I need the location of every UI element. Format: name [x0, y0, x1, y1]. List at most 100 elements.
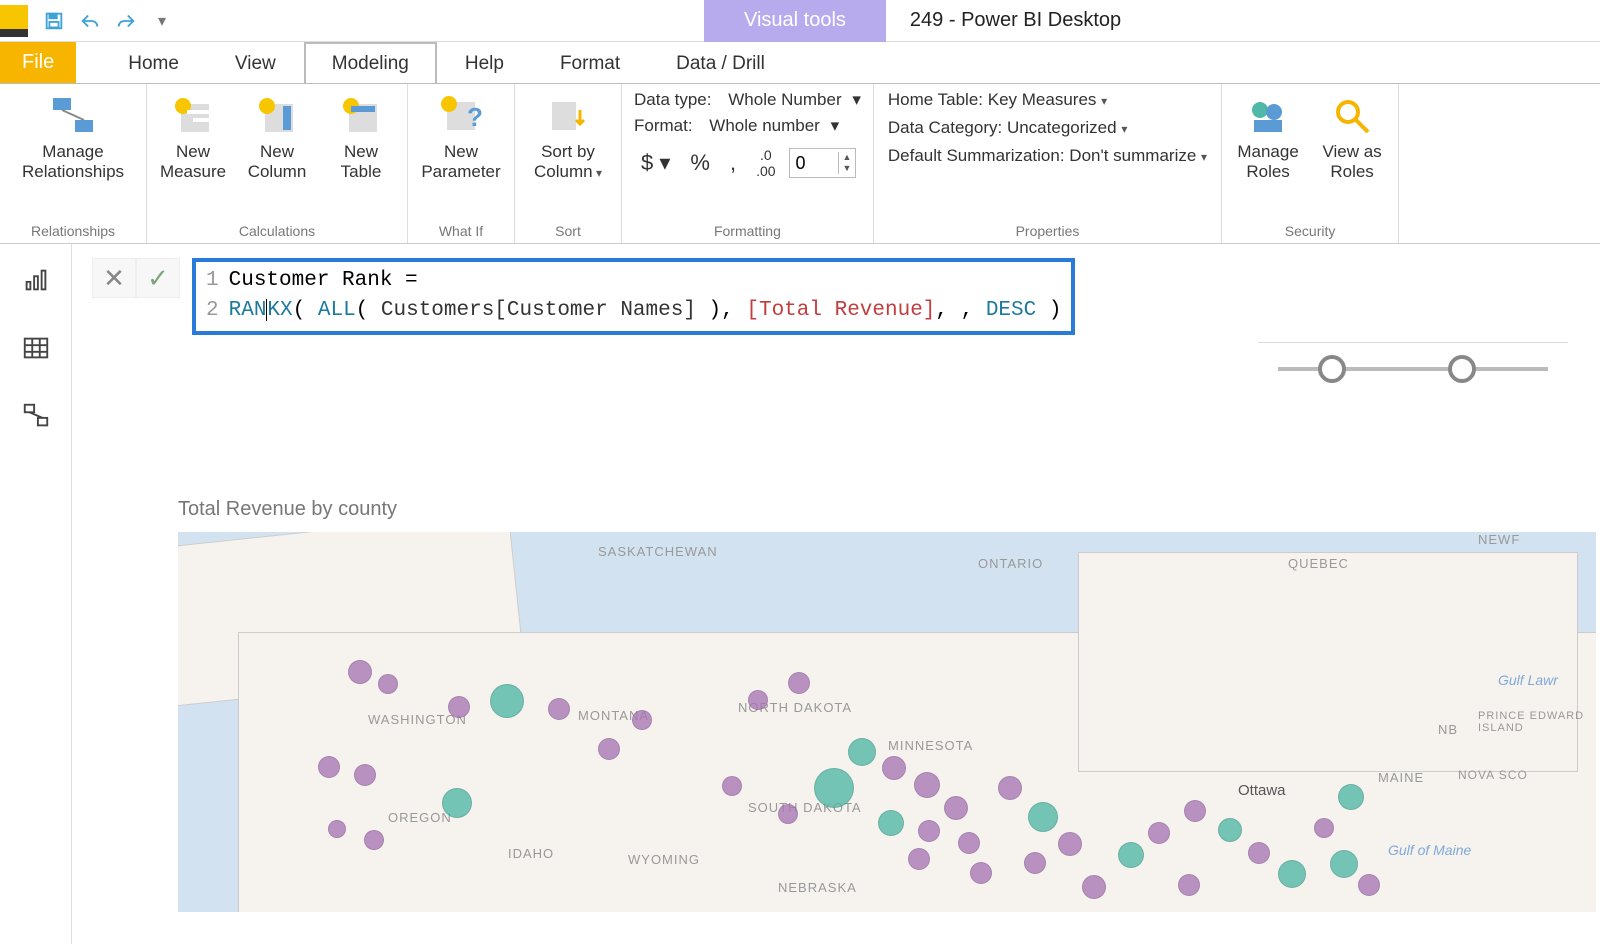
ribbon-tabs: File Home View Modeling Help Format Data…	[0, 42, 1600, 84]
map-bubble	[1278, 860, 1306, 888]
map-bubble	[1024, 852, 1046, 874]
manage-relationships-button[interactable]: Manage Relationships	[8, 88, 138, 185]
formula-editor[interactable]: 1Customer Rank = 2RANKX( ALL( Customers[…	[192, 258, 1075, 335]
data-view-icon[interactable]	[16, 328, 56, 368]
qat-customize-icon[interactable]: ▾	[148, 7, 176, 35]
model-view-icon[interactable]	[16, 396, 56, 436]
slicer-handle-max[interactable]	[1448, 355, 1476, 383]
spinner-up-icon[interactable]: ▲	[839, 152, 856, 163]
home-table-dropdown[interactable]: Home Table: Key Measures	[888, 90, 1207, 110]
map-bubble	[1314, 818, 1334, 838]
default-summarization-dropdown[interactable]: Default Summarization: Don't summarize	[888, 146, 1207, 166]
app-icon	[0, 5, 28, 37]
map-bubble	[908, 848, 930, 870]
group-label-formatting: Formatting	[714, 219, 781, 243]
group-label-relationships: Relationships	[31, 219, 115, 243]
map-bubble	[970, 862, 992, 884]
map-bubble	[348, 660, 372, 684]
currency-format-button[interactable]: $ ▾	[634, 145, 677, 181]
map-bubble	[632, 710, 652, 730]
sort-by-column-button[interactable]: Sort by Column	[523, 88, 613, 185]
map-bubble	[442, 788, 472, 818]
group-calculations: New Measure New Column New Table Calcula…	[147, 84, 408, 243]
tab-data-drill[interactable]: Data / Drill	[648, 42, 793, 83]
manage-roles-icon	[1244, 92, 1292, 140]
view-switcher-rail	[0, 244, 72, 944]
group-formatting: Data type: Whole Number ▾ Format: Whole …	[622, 84, 874, 243]
percent-format-button[interactable]: %	[683, 145, 717, 181]
contextual-tab-visual-tools: Visual tools	[704, 0, 886, 42]
quick-access-toolbar: ▾	[32, 7, 184, 35]
map-bubble	[1178, 874, 1200, 896]
map-bubble	[364, 830, 384, 850]
map-bubble	[778, 804, 798, 824]
range-slicer[interactable]	[1258, 342, 1568, 412]
view-as-roles-button[interactable]: View as Roles	[1314, 88, 1390, 185]
map-bubble	[328, 820, 346, 838]
map-bubble	[1330, 850, 1358, 878]
tab-format[interactable]: Format	[532, 42, 648, 83]
group-whatif: ? New Parameter What If	[408, 84, 515, 243]
spinner-down-icon[interactable]: ▼	[839, 163, 856, 174]
tab-modeling[interactable]: Modeling	[304, 42, 437, 83]
map-bubble	[354, 764, 376, 786]
group-sort: Sort by Column Sort	[515, 84, 622, 243]
map-bubble	[814, 768, 854, 808]
data-type-dropdown[interactable]: Data type: Whole Number ▾	[634, 90, 861, 110]
group-label-security: Security	[1285, 219, 1336, 243]
map-bubble	[1218, 818, 1242, 842]
map-label: Gulf of Maine	[1388, 842, 1471, 858]
map-bubble	[548, 698, 570, 720]
map-label: NEBRASKA	[778, 880, 857, 895]
map-label: MAINE	[1378, 770, 1424, 785]
map-bubble	[1184, 800, 1206, 822]
cancel-formula-icon[interactable]: ✕	[92, 258, 136, 298]
new-table-button[interactable]: New Table	[323, 88, 399, 185]
group-security: Manage Roles View as Roles Security	[1222, 84, 1399, 243]
data-category-dropdown[interactable]: Data Category: Uncategorized	[888, 118, 1207, 138]
map-label: NOVA SCO	[1458, 768, 1528, 782]
thousands-separator-button[interactable]: ,	[723, 145, 743, 181]
map-label: NEWF	[1478, 532, 1520, 547]
save-icon[interactable]	[40, 7, 68, 35]
group-label-properties: Properties	[1016, 219, 1080, 243]
visual-title: Total Revenue by county	[178, 498, 397, 521]
map-label: MINNESOTA	[888, 738, 973, 753]
relationships-icon	[49, 92, 97, 140]
map-bubble	[378, 674, 398, 694]
decimal-places-input[interactable]	[790, 153, 838, 174]
group-label-calculations: Calculations	[239, 219, 315, 243]
new-parameter-icon: ?	[437, 92, 485, 140]
new-column-button[interactable]: New Column	[239, 88, 315, 185]
report-view-icon[interactable]	[16, 260, 56, 300]
tab-view[interactable]: View	[207, 42, 304, 83]
map-label: SASKATCHEWAN	[598, 544, 718, 559]
commit-formula-icon[interactable]: ✓	[136, 258, 180, 298]
group-relationships: Manage Relationships Relationships	[0, 84, 147, 243]
tab-home[interactable]: Home	[100, 42, 207, 83]
slicer-handle-min[interactable]	[1318, 355, 1346, 383]
redo-icon[interactable]	[112, 7, 140, 35]
map-bubble	[1058, 832, 1082, 856]
undo-icon[interactable]	[76, 7, 104, 35]
group-label-sort: Sort	[555, 219, 581, 243]
new-parameter-button[interactable]: ? New Parameter	[416, 88, 506, 185]
new-measure-button[interactable]: New Measure	[155, 88, 231, 185]
formula-bar: ✕ ✓ 1Customer Rank = 2RANKX( ALL( Custom…	[92, 258, 1075, 335]
map-bubble	[878, 810, 904, 836]
new-measure-icon	[169, 92, 217, 140]
format-dropdown[interactable]: Format: Whole number ▾	[634, 116, 861, 136]
svg-text:?: ?	[467, 102, 483, 132]
map-label: Gulf Lawr	[1498, 672, 1558, 688]
map-bubble	[958, 832, 980, 854]
map-bubble	[598, 738, 620, 760]
map-visual[interactable]: SASKATCHEWAN ONTARIO QUEBEC NEWF WASHING…	[178, 532, 1596, 912]
manage-roles-button[interactable]: Manage Roles	[1230, 88, 1306, 185]
tab-file[interactable]: File	[0, 42, 76, 83]
group-label-whatif: What If	[439, 219, 483, 243]
map-bubble	[944, 796, 968, 820]
map-bubble	[1028, 802, 1058, 832]
tab-help[interactable]: Help	[437, 42, 532, 83]
map-bubble	[998, 776, 1022, 800]
decimal-places-spinner[interactable]: ▲▼	[789, 148, 857, 178]
